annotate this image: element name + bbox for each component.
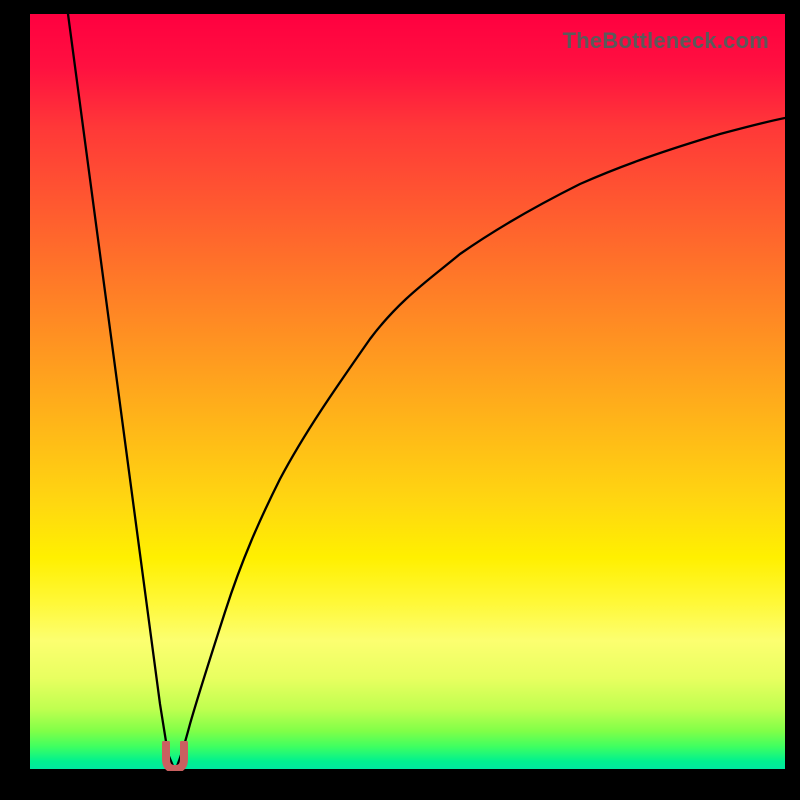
- minimum-marker: [162, 741, 188, 771]
- plot-area: TheBottleneck.com: [30, 14, 785, 769]
- curve-left-branch: [68, 14, 173, 766]
- curve-layer: [30, 14, 785, 769]
- u-shape-icon: [166, 743, 184, 769]
- watermark-text: TheBottleneck.com: [563, 28, 769, 54]
- chart-container: TheBottleneck.com: [0, 0, 800, 800]
- curve-right-branch: [177, 118, 785, 766]
